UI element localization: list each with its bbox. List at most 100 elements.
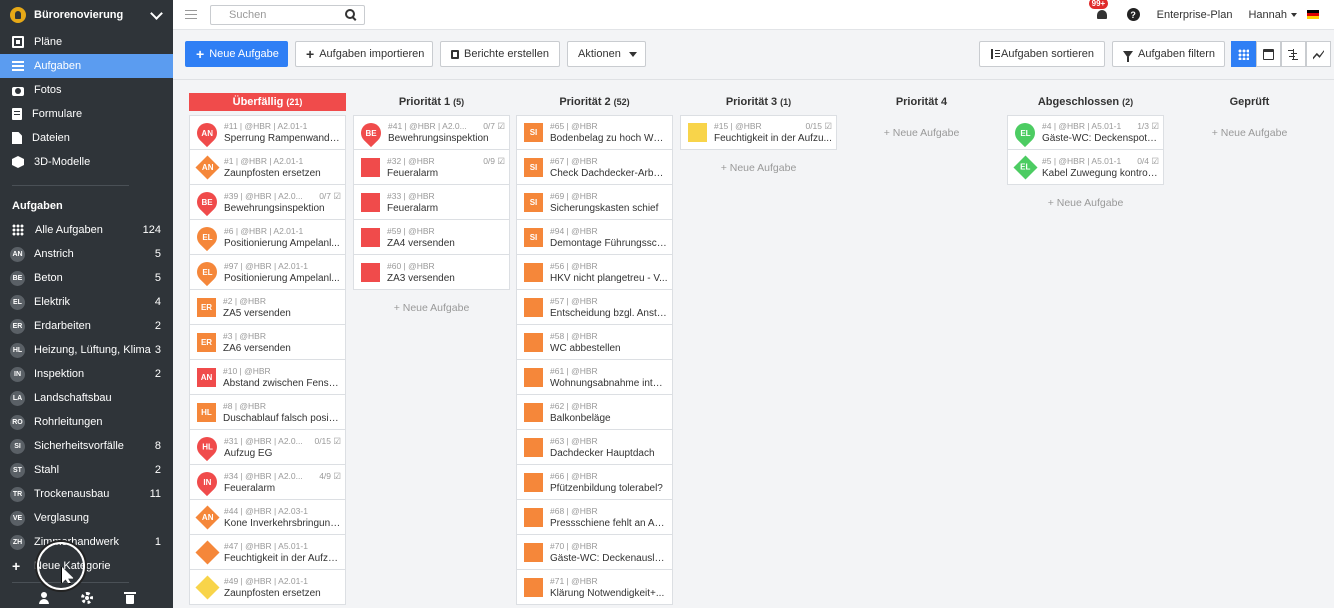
task-card[interactable]: SI #69 | @HBR Sicherungskasten schief xyxy=(516,185,673,220)
category-item[interactable]: VE Verglasung xyxy=(0,506,173,530)
search-input[interactable]: Suchen xyxy=(210,4,365,25)
users-icon[interactable] xyxy=(38,592,50,604)
category-item[interactable]: IN Inspektion 2 xyxy=(0,362,173,386)
add-task-button[interactable]: + Neue Aufgabe xyxy=(1171,115,1328,150)
trash-icon[interactable] xyxy=(123,592,136,604)
sidebar-item-fotos[interactable]: Fotos xyxy=(0,78,173,102)
task-card[interactable]: AN #44 | @HBR | A2.03-1 Kone Inverkehrsbri… xyxy=(189,500,346,535)
category-item[interactable]: LA Landschaftsbau xyxy=(0,386,173,410)
category-item[interactable]: BE Beton 5 xyxy=(0,266,173,290)
sidebar-item-aufgaben[interactable]: Aufgaben xyxy=(0,54,173,78)
task-card[interactable]: #66 | @HBR Pfützenbildung tolerabel? xyxy=(516,465,673,500)
task-card[interactable]: EL #6 | @HBR | A2.01-1 Positionierung Ampe… xyxy=(189,220,346,255)
square-marker-icon: ER xyxy=(197,332,216,352)
task-card[interactable]: #58 | @HBR WC abbestellen xyxy=(516,325,673,360)
task-card[interactable]: #60 | @HBR ZA3 versenden xyxy=(353,255,510,290)
sidebar-item-formulare[interactable]: Formulare xyxy=(0,102,173,126)
user-menu[interactable]: Hannah xyxy=(1248,9,1297,21)
hamburger-menu-icon[interactable] xyxy=(185,9,197,20)
task-card[interactable]: #59 | @HBR ZA4 versenden xyxy=(353,220,510,255)
task-card[interactable]: #57 | @HBR Entscheidung bzgl. Anstri... xyxy=(516,290,673,325)
task-meta: #6 | @HBR | A2.01-1 xyxy=(224,225,341,237)
add-task-button[interactable]: + Neue Aufgabe xyxy=(1007,185,1164,220)
category-badge: EL xyxy=(10,294,25,310)
task-card[interactable]: SI #94 | @HBR Demontage Führungsschi... xyxy=(516,220,673,255)
task-card[interactable]: #15 | @HBR 0/15 ☑ Feuchtigkeit in der Aufz… xyxy=(680,115,837,150)
task-card[interactable]: SI #67 | @HBR Check Dachdecker-Arbei... xyxy=(516,150,673,185)
task-card[interactable]: EL #4 | @HBR | A5.01-1 1/3 ☑ Gäste-WC: Deck… xyxy=(1007,115,1164,150)
search-icon[interactable] xyxy=(345,9,356,20)
category-item[interactable]: TR Trockenausbau 11 xyxy=(0,482,173,506)
category-item[interactable]: AN Anstrich 5 xyxy=(0,242,173,266)
task-card[interactable]: #70 | @HBR Gäste-WC: Deckenauslas... xyxy=(516,535,673,570)
category-item[interactable]: HL Heizung, Lüftung, Klima 3 xyxy=(0,338,173,362)
category-item[interactable]: ER Erdarbeiten 2 xyxy=(0,314,173,338)
sidebar-item-pläne[interactable]: Pläne xyxy=(0,30,173,54)
new-category-button[interactable]: + Neue Kategorie xyxy=(0,554,173,578)
sidebar-item-3d-modelle[interactable]: 3D-Modelle xyxy=(0,150,173,174)
import-tasks-button[interactable]: + Aufgaben importieren xyxy=(295,41,433,67)
task-id: #5 | @HBR | A5.01-1 xyxy=(1042,155,1122,166)
task-card[interactable]: #56 | @HBR HKV nicht plangetreu - V... xyxy=(516,255,673,290)
gantt-view-button[interactable] xyxy=(1281,41,1306,67)
task-card[interactable]: EL #5 | @HBR | A5.01-1 0/4 ☑ Kabel Zuwegung… xyxy=(1007,150,1164,185)
task-card[interactable]: ER #3 | @HBR ZA6 versenden xyxy=(189,325,346,360)
category-item[interactable]: ST Stahl 2 xyxy=(0,458,173,482)
calendar-view-button[interactable] xyxy=(1256,41,1281,67)
task-card[interactable]: #33 | @HBR Feueralarm xyxy=(353,185,510,220)
task-card[interactable]: #62 | @HBR Balkonbeläge xyxy=(516,395,673,430)
chevron-down-icon[interactable] xyxy=(149,8,163,22)
category-item[interactable]: ZH Zimmerhandwerk 1 xyxy=(0,530,173,554)
sort-tasks-button[interactable]: Aufgaben sortieren xyxy=(979,41,1105,67)
sidebar-item-dateien[interactable]: Dateien xyxy=(0,126,173,150)
task-body: #70 | @HBR Gäste-WC: Deckenauslas... xyxy=(550,540,672,565)
add-task-button[interactable]: + Neue Aufgabe xyxy=(353,290,510,325)
task-title: Gäste-WC: Deckenspot ü... xyxy=(1042,133,1159,144)
marker-label: EL xyxy=(1019,128,1031,138)
new-task-button[interactable]: + Neue Aufgabe xyxy=(185,41,288,67)
task-card[interactable]: #61 | @HBR Wohnungsabnahme inter... xyxy=(516,360,673,395)
task-card[interactable]: #47 | @HBR | A5.01-1 Feuchtigkeit in der … xyxy=(189,535,346,570)
task-body: #56 | @HBR HKV nicht plangetreu - V... xyxy=(550,260,672,285)
task-meta: #57 | @HBR xyxy=(550,295,668,307)
task-card[interactable]: AN #10 | @HBR Abstand zwischen Fenste... xyxy=(189,360,346,395)
task-card[interactable]: IN #34 | @HBR | A2.0... 4/9 ☑ Feueralarm xyxy=(189,465,346,500)
task-card[interactable]: BE #41 | @HBR | A2.0... 0/7 ☑ Bewehrungsins… xyxy=(353,115,510,150)
task-title: Aufzug EG xyxy=(224,447,273,459)
category-item[interactable]: RO Rohrleitungen xyxy=(0,410,173,434)
bell-icon[interactable]: 99+ xyxy=(1088,0,1109,22)
task-card[interactable]: BE #39 | @HBR | A2.0... 0/7 ☑ Bewehrungsins… xyxy=(189,185,346,220)
category-item[interactable]: EL Elektrik 4 xyxy=(0,290,173,314)
project-selector[interactable]: Bürorenovierung xyxy=(0,0,173,30)
board-view-button[interactable] xyxy=(1231,41,1256,67)
plan-link[interactable]: Enterprise-Plan xyxy=(1157,9,1233,21)
add-task-button[interactable]: + Neue Aufgabe xyxy=(680,150,837,185)
task-card[interactable]: #49 | @HBR | A2.01-1 Zaunpfosten ersetzen xyxy=(189,570,346,605)
task-card[interactable]: EL #97 | @HBR | A2.01-1 Positionierung Amp… xyxy=(189,255,346,290)
task-card[interactable]: SI #65 | @HBR Bodenbelag zu hoch WE5... xyxy=(516,115,673,150)
task-card[interactable]: ER #2 | @HBR ZA5 versenden xyxy=(189,290,346,325)
task-card[interactable]: #32 | @HBR 0/9 ☑ Feueralarm xyxy=(353,150,510,185)
task-card[interactable]: #63 | @HBR Dachdecker Hauptdach xyxy=(516,430,673,465)
task-card[interactable]: AN #11 | @HBR | A2.01-1 Sperrung Rampenwan… xyxy=(189,115,346,150)
task-card[interactable]: HL #8 | @HBR Duschablauf falsch positi... xyxy=(189,395,346,430)
gear-icon[interactable] xyxy=(80,592,93,604)
category-item[interactable]: SI Sicherheitsvorfälle 8 xyxy=(0,434,173,458)
sidebar-item-label: Aufgaben xyxy=(34,60,82,72)
task-card[interactable]: #68 | @HBR Pressschiene fehlt an Ab... xyxy=(516,500,673,535)
chart-view-button[interactable] xyxy=(1306,41,1331,67)
category-label: Stahl xyxy=(34,464,60,476)
german-flag-icon[interactable] xyxy=(1307,10,1319,19)
filter-tasks-button[interactable]: Aufgaben filtern xyxy=(1112,41,1225,67)
add-task-button[interactable]: + Neue Aufgabe xyxy=(843,115,1000,150)
checklist-progress: 0/4 ☑ xyxy=(1137,155,1159,166)
task-body: #32 | @HBR 0/9 ☑ Feueralarm xyxy=(387,155,509,180)
task-card[interactable]: AN #1 | @HBR | A2.01-1 Zaunpfosten ersetze… xyxy=(189,150,346,185)
category-badge: BE xyxy=(10,270,25,286)
task-card[interactable]: HL #31 | @HBR | A2.0... 0/15 ☑ Aufzug EG xyxy=(189,430,346,465)
actions-dropdown[interactable]: Aktionen xyxy=(567,41,646,67)
category-item[interactable]: Alle Aufgaben 124 xyxy=(0,218,173,242)
task-card[interactable]: #71 | @HBR Klärung Notwendigkeit+... xyxy=(516,570,673,605)
help-icon[interactable]: ? xyxy=(1126,8,1140,21)
create-reports-button[interactable]: Berichte erstellen xyxy=(440,41,560,67)
